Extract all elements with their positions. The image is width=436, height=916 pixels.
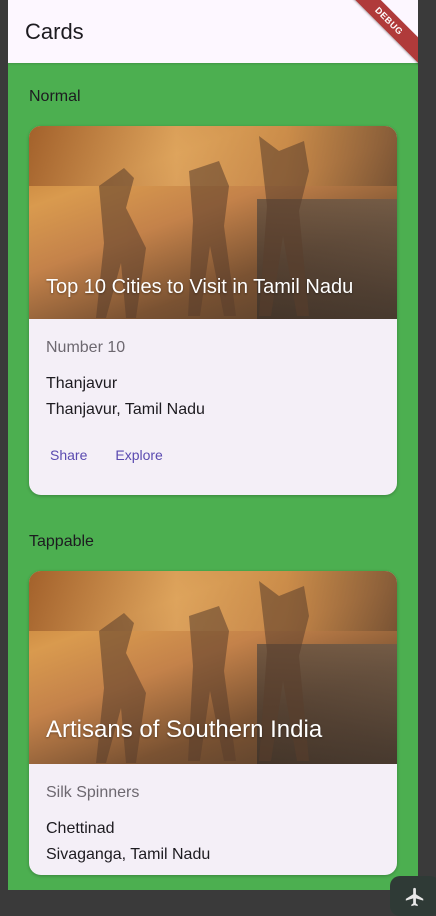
page-title: Cards bbox=[25, 19, 84, 44]
card-line-1: Thanjavur bbox=[46, 375, 118, 392]
card-actions: Share Explore bbox=[38, 439, 380, 471]
plane-fab-button[interactable] bbox=[390, 876, 436, 916]
card-line-1: Chettinad bbox=[46, 820, 115, 837]
card-image: Artisans of Southern India bbox=[29, 571, 397, 764]
card-line-2: Sivaganga, Tamil Nadu bbox=[46, 846, 211, 863]
debug-banner: DEBUG bbox=[343, 0, 418, 67]
card-subtitle: Silk Spinners bbox=[46, 784, 140, 801]
share-button[interactable]: Share bbox=[38, 439, 99, 471]
plane-icon bbox=[405, 887, 424, 907]
card-body: Number 10 Thanjavur Thanjavur, Tamil Nad… bbox=[29, 319, 397, 471]
normal-card: Top 10 Cities to Visit in Tamil Nadu Num… bbox=[29, 126, 397, 495]
card-subtitle: Number 10 bbox=[46, 339, 126, 356]
app-frame: Cards DEBUG Normal Top 10 Cities to Visi… bbox=[8, 0, 418, 890]
app-bar: Cards DEBUG bbox=[8, 0, 418, 67]
explore-button[interactable]: Explore bbox=[103, 439, 174, 471]
card-image: Top 10 Cities to Visit in Tamil Nadu bbox=[29, 126, 397, 319]
card-body: Silk Spinners Chettinad Sivaganga, Tamil… bbox=[29, 764, 397, 868]
section-label-tappable: Tappable bbox=[29, 533, 94, 550]
tappable-card[interactable]: Artisans of Southern India Silk Spinners… bbox=[29, 571, 397, 875]
card-image-title: Artisans of Southern India bbox=[46, 716, 323, 743]
section-label-normal: Normal bbox=[29, 88, 81, 105]
card-image-title: Top 10 Cities to Visit in Tamil Nadu bbox=[46, 276, 354, 298]
card-line-2: Thanjavur, Tamil Nadu bbox=[46, 401, 205, 418]
